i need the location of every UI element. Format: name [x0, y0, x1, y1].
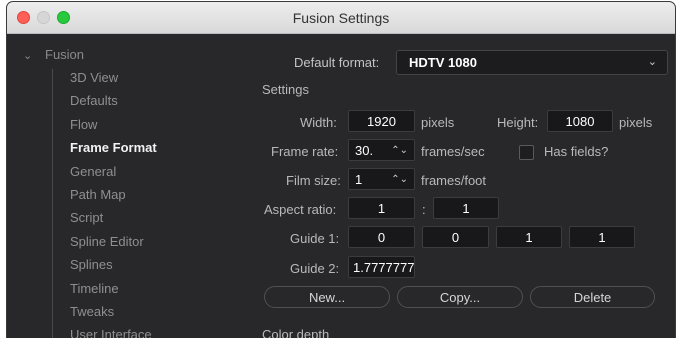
sidebar-item-user-interface[interactable]: User Interface — [70, 327, 152, 338]
sidebar-item-flow[interactable]: Flow — [70, 117, 97, 132]
aspect-ratio-separator: : — [422, 202, 426, 217]
width-label: Width: — [300, 115, 337, 130]
sidebar-item-general[interactable]: General — [70, 164, 116, 179]
settings-section-header: Settings — [262, 82, 309, 97]
settings-sidebar: ⌄ Fusion 3D View Defaults Flow Frame Form… — [7, 34, 247, 338]
default-format-select[interactable]: HDTV 1080 ⌄ — [396, 50, 668, 75]
sidebar-item-timeline[interactable]: Timeline — [70, 281, 119, 296]
stepper-icon[interactable]: ⌃⌄ — [391, 169, 408, 189]
sidebar-root-label: Fusion — [45, 47, 85, 62]
guide1-input-2[interactable]: 0 — [422, 226, 489, 248]
height-unit: pixels — [619, 115, 653, 130]
guide1-input-1[interactable]: 0 — [348, 226, 415, 248]
frame-rate-label: Frame rate: — [271, 144, 339, 159]
has-fields-label: Has fields? — [544, 144, 609, 159]
tree-guide-line — [52, 69, 53, 338]
sidebar-item-3d-view[interactable]: 3D View — [70, 70, 118, 85]
color-depth-section-header: Color depth — [262, 327, 330, 338]
height-label: Height: — [497, 115, 539, 130]
width-unit: pixels — [421, 115, 455, 130]
new-format-button[interactable]: New... — [264, 286, 390, 308]
guide2-input[interactable]: 1.7777777 — [348, 256, 415, 278]
title-bar: Fusion Settings — [7, 2, 675, 34]
chevron-down-icon[interactable]: ⌄ — [23, 49, 33, 62]
film-size-value: 1 — [355, 172, 363, 187]
copy-format-button[interactable]: Copy... — [397, 286, 523, 308]
film-size-unit: frames/foot — [421, 173, 487, 188]
settings-window: Fusion Settings ⌄ Fusion 3D View Defaults… — [7, 2, 675, 338]
stepper-icon[interactable]: ⌃⌄ — [391, 140, 408, 160]
frame-rate-value: 30. — [355, 143, 374, 158]
guide1-input-4[interactable]: 1 — [569, 226, 635, 248]
frame-rate-input[interactable]: 30. ⌃⌄ — [348, 139, 415, 161]
frame-rate-unit: frames/sec — [421, 144, 485, 159]
guide1-label: Guide 1: — [290, 231, 340, 246]
sidebar-item-spline-editor[interactable]: Spline Editor — [70, 234, 144, 249]
default-format-label: Default format: — [294, 55, 380, 70]
delete-format-button[interactable]: Delete — [530, 286, 655, 308]
width-input[interactable]: 1920 — [348, 110, 415, 132]
film-size-label: Film size: — [286, 173, 341, 188]
guide1-input-3[interactable]: 1 — [496, 226, 562, 248]
sidebar-item-frame-format[interactable]: Frame Format — [70, 140, 157, 155]
sidebar-item-tweaks[interactable]: Tweaks — [70, 304, 114, 319]
film-size-input[interactable]: 1 ⌃⌄ — [348, 168, 415, 190]
chevron-down-icon: ⌄ — [647, 56, 657, 68]
guide2-label: Guide 2: — [290, 261, 340, 276]
aspect-ratio-y-input[interactable]: 1 — [433, 197, 499, 219]
sidebar-item-defaults[interactable]: Defaults — [70, 93, 118, 108]
height-input[interactable]: 1080 — [547, 110, 613, 132]
sidebar-item-splines[interactable]: Splines — [70, 257, 113, 272]
has-fields-checkbox[interactable] — [519, 145, 534, 160]
sidebar-item-path-map[interactable]: Path Map — [70, 187, 126, 202]
sidebar-item-fusion[interactable]: ⌄ Fusion — [23, 47, 84, 62]
window-title: Fusion Settings — [292, 10, 390, 26]
aspect-ratio-x-input[interactable]: 1 — [348, 197, 415, 219]
sidebar-item-script[interactable]: Script — [70, 210, 103, 225]
default-format-value: HDTV 1080 — [409, 55, 477, 70]
aspect-ratio-label: Aspect ratio: — [264, 202, 337, 217]
